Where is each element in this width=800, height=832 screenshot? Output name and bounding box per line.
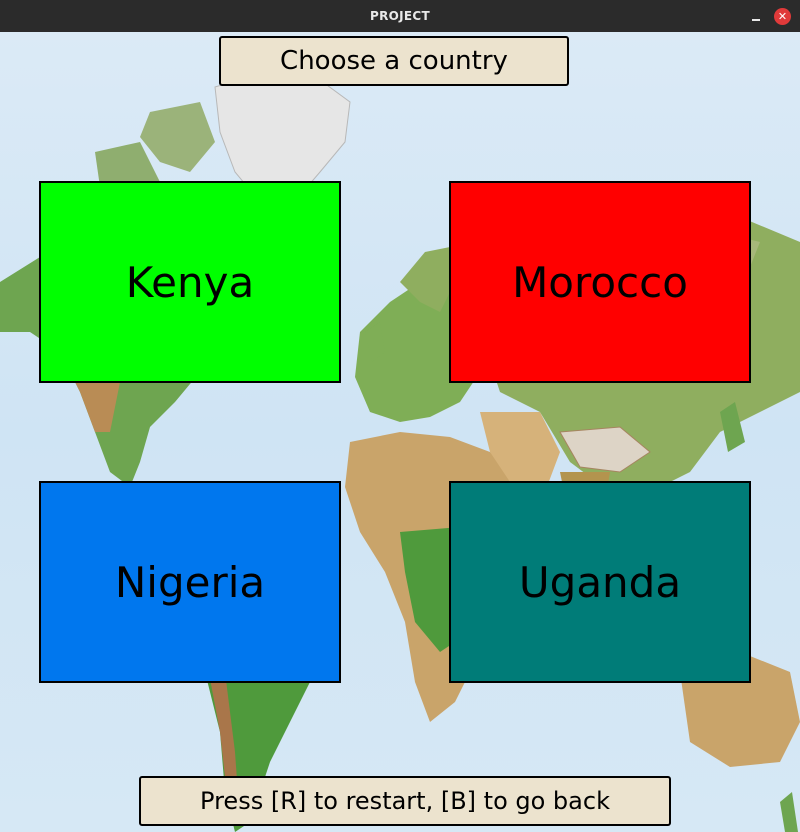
close-icon[interactable]: ✕: [774, 8, 791, 25]
choose-country-prompt: Choose a country: [219, 36, 569, 86]
country-button-morocco[interactable]: Morocco: [449, 181, 751, 383]
title-bar: PROJECT ✕: [0, 0, 800, 32]
country-button-uganda[interactable]: Uganda: [449, 481, 751, 683]
app-window: PROJECT ✕ Choose a country Kenya Morocco…: [0, 0, 800, 832]
keyboard-hint: Press [R] to restart, [B] to go back: [139, 776, 671, 826]
country-button-nigeria[interactable]: Nigeria: [39, 481, 341, 683]
world-map-background: [0, 32, 800, 832]
window-title: PROJECT: [370, 9, 430, 23]
country-button-kenya[interactable]: Kenya: [39, 181, 341, 383]
minimize-icon[interactable]: [748, 8, 764, 24]
